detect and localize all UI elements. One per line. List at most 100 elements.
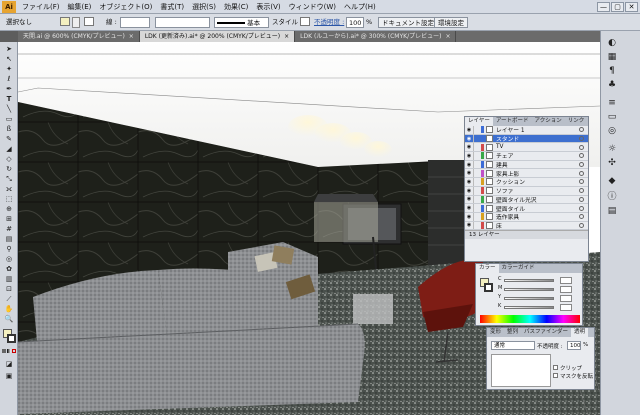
lasso-tool-icon[interactable]: ℓ [2,75,16,84]
slice-tool-icon[interactable]: ⟋ [2,295,16,304]
close-button[interactable]: ✕ [625,2,638,12]
target-circle-icon[interactable] [579,179,584,185]
transparency-icon[interactable]: ◎ [605,125,619,137]
rotate-tool-icon[interactable]: ↻ [2,165,16,174]
fill-swatch[interactable] [60,17,70,26]
align-icon[interactable]: ▤ [605,205,619,217]
m-value-field[interactable] [560,286,572,293]
menu-object[interactable]: オブジェクト(O) [95,2,156,12]
width-tool-icon[interactable]: ⟗ [2,185,16,194]
c-slider[interactable] [504,279,554,282]
maximize-button[interactable]: ▢ [611,2,624,12]
lock-toggle[interactable] [473,126,479,134]
stroke-swatch[interactable] [84,17,94,26]
type-tool-icon[interactable]: T [2,95,16,104]
magic-wand-tool-icon[interactable]: ✦ [2,65,16,74]
mesh-tool-icon[interactable]: # [2,225,16,234]
target-circle-icon[interactable] [579,170,584,176]
menu-file[interactable]: ファイル(F) [18,2,64,12]
blend-tool-icon[interactable]: ◎ [2,255,16,264]
layers-icon[interactable]: ◆ [605,175,619,187]
target-circle-icon[interactable] [579,144,584,150]
visibility-eye-icon[interactable]: ◉ [465,179,473,185]
hand-tool-icon[interactable]: ✋ [2,305,16,314]
tab-document-1[interactable]: 天開.ai @ 600% (CMYK/プレビュー) × [18,31,140,42]
document-settings-button[interactable]: ドキュメント設定 [378,17,438,28]
selection-tool-icon[interactable]: ➤ [2,45,16,54]
lock-toggle[interactable] [473,169,479,178]
screen-mode-icon[interactable]: ▣ [2,372,16,381]
menu-view[interactable]: 表示(V) [252,2,284,12]
menu-select[interactable]: 選択(S) [188,2,220,12]
lock-toggle[interactable] [473,134,479,143]
tab-document-3[interactable]: LDK (ルユーから).ai* @ 300% (CMYK/プレビュー) × [295,31,457,42]
m-slider[interactable] [504,288,554,291]
brush-select[interactable]: 基本 [214,17,269,28]
stroke-weight-field[interactable] [120,17,150,28]
menu-window[interactable]: ウィンドウ(W) [285,2,340,12]
visibility-eye-icon[interactable]: ◉ [465,153,473,159]
layer-row[interactable]: ◉ TV [465,143,588,153]
menu-help[interactable]: ヘルプ(H) [340,2,380,12]
layer-row[interactable]: ◉ 床 [465,221,588,231]
target-circle-icon[interactable] [579,222,584,228]
tab-layers[interactable]: レイヤー [465,117,493,126]
layer-row[interactable]: ◉ 建具 [465,160,588,170]
tab-close-icon[interactable]: × [284,31,289,42]
visibility-eye-icon[interactable]: ◉ [465,188,473,194]
color-icon[interactable]: ◐ [605,37,619,49]
variable-width-select[interactable] [155,17,210,28]
symbol-sprayer-tool-icon[interactable]: ✿ [2,265,16,274]
lock-toggle[interactable] [473,143,479,152]
target-circle-icon[interactable] [579,188,584,194]
tab-align[interactable]: 整列 [504,328,521,337]
direct-selection-tool-icon[interactable]: ↖ [2,55,16,64]
lock-toggle[interactable] [473,160,479,169]
layer-row[interactable]: ◉ 壁面タイル光沢 [465,195,588,205]
visibility-eye-icon[interactable]: ◉ [465,136,473,142]
visibility-eye-icon[interactable]: ◉ [465,162,473,168]
invert-mask-checkbox[interactable] [553,373,558,378]
tab-transform[interactable]: 変形 [487,328,504,337]
visibility-eye-icon[interactable]: ◉ [465,127,473,133]
layer-row[interactable]: ◉ チェア [465,152,588,161]
lock-toggle[interactable] [473,178,479,186]
minimize-button[interactable]: — [597,2,610,12]
menu-type[interactable]: 書式(T) [156,2,188,12]
opacity-field[interactable]: 100 [346,17,364,28]
fill-dropdown[interactable] [72,17,80,28]
menu-edit[interactable]: 編集(E) [64,2,96,12]
graph-tool-icon[interactable]: ▥ [2,275,16,284]
layer-row[interactable]: ◉ レイヤー 1 [465,126,588,135]
stroke-icon[interactable]: ≡ [605,97,619,109]
lock-toggle[interactable] [473,195,479,204]
paintbrush-tool-icon[interactable]: ß [2,125,16,134]
visibility-eye-icon[interactable]: ◉ [465,196,473,202]
draw-mode-icon[interactable]: ◪ [2,360,16,369]
pencil-tool-icon[interactable]: ✎ [2,135,16,144]
appearance-icon[interactable]: ☼ [605,143,619,155]
target-circle-icon[interactable] [579,153,584,159]
eyedropper-tool-icon[interactable]: ⚲ [2,245,16,254]
preferences-button[interactable]: 環境設定 [434,17,468,28]
shape-builder-tool-icon[interactable]: ⊕ [2,205,16,214]
color-stroke-icon[interactable] [484,283,493,292]
opacity-label[interactable]: 不透明度 : [314,17,344,28]
clip-checkbox[interactable] [553,365,558,370]
target-circle-icon[interactable] [579,162,584,168]
gradient-tool-icon[interactable]: ▤ [2,235,16,244]
visibility-eye-icon[interactable]: ◉ [465,222,473,228]
layer-row[interactable]: ◉ 壁面タイル [465,204,588,213]
tab-transparency[interactable]: 透明 [571,328,589,337]
target-circle-icon[interactable] [579,196,584,202]
tab-links[interactable]: リンク [565,117,588,126]
stroke-color-icon[interactable] [7,334,16,343]
gradient-mode-icon[interactable] [7,349,11,353]
scale-tool-icon[interactable]: ⤡ [2,175,16,184]
layer-row[interactable]: ◉ 家具上影 [465,169,588,179]
y-slider[interactable] [504,297,554,300]
target-circle-icon[interactable] [579,205,584,211]
zoom-tool-icon[interactable]: 🔍 [2,315,16,324]
tab-actions[interactable]: アクション [532,117,565,126]
tab-color-guide[interactable]: カラーガイド [499,264,538,273]
